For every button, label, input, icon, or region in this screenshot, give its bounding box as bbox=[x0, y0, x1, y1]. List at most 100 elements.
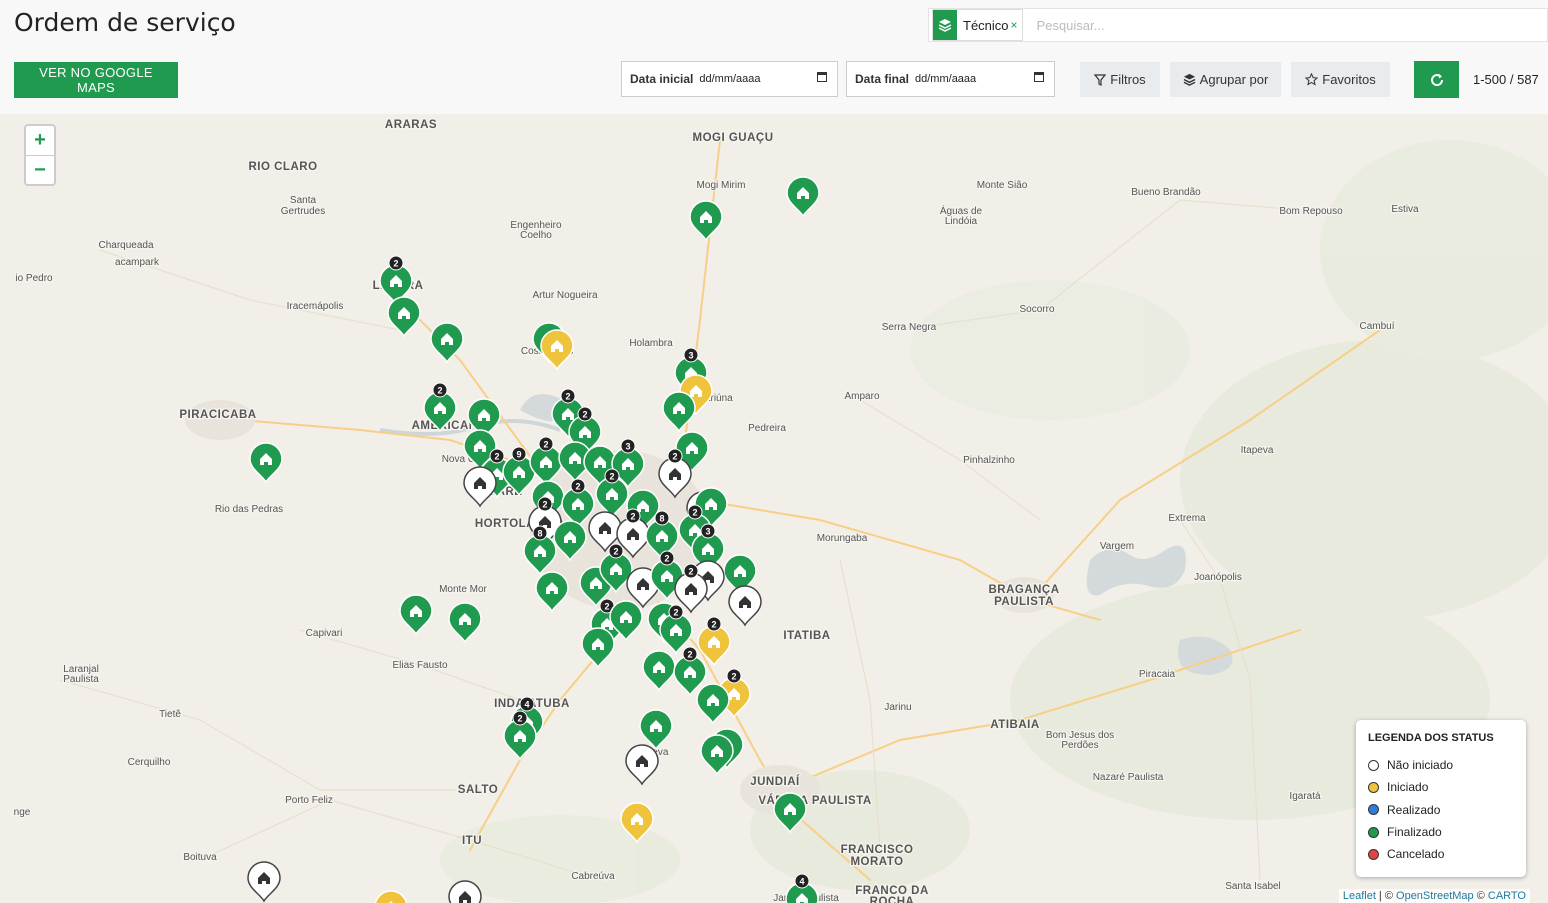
marker-count-label: 2 bbox=[613, 547, 618, 557]
refresh-icon bbox=[1430, 73, 1443, 86]
date-end-field[interactable]: Data final dd/mm/aaaa bbox=[846, 61, 1055, 97]
marker-count-label: 2 bbox=[711, 620, 716, 630]
place-label: BRAGANÇA bbox=[988, 584, 1059, 596]
legend-dot bbox=[1368, 848, 1379, 860]
legend-label: Iniciado bbox=[1387, 780, 1429, 795]
place-label: Artur Nogueira bbox=[532, 290, 597, 301]
legend-row-1: Iniciado bbox=[1368, 776, 1514, 798]
group-by-label: Agrupar por bbox=[1199, 72, 1269, 87]
map-view[interactable]: ARARAS MOGI GUAÇU RIO CLARO Mogi Mirim Monte… bbox=[0, 114, 1548, 903]
marker-count-label: 3 bbox=[688, 351, 693, 361]
marker-count-label: 2 bbox=[731, 672, 736, 682]
marker-count-label: 4 bbox=[524, 700, 529, 710]
marker-count-label: 2 bbox=[630, 512, 635, 522]
refresh-button[interactable] bbox=[1414, 61, 1459, 98]
leaflet-link[interactable]: Leaflet bbox=[1343, 890, 1376, 902]
marker-count-label: 2 bbox=[664, 554, 669, 564]
status-legend: LEGENDA DOS STATUS Não iniciado Iniciado… bbox=[1356, 720, 1526, 877]
legend-dot bbox=[1368, 804, 1379, 816]
group-by-button[interactable]: Agrupar por bbox=[1170, 62, 1281, 97]
place-label: Monte Mor bbox=[439, 584, 487, 595]
date-start-field[interactable]: Data inicial dd/mm/aaaa bbox=[621, 61, 838, 97]
place-label: ATIBAIA bbox=[990, 719, 1039, 731]
marker-count-label: 2 bbox=[604, 602, 609, 612]
place-label: Socorro bbox=[1019, 304, 1054, 315]
zoom-control[interactable]: + − bbox=[24, 124, 56, 186]
carto-link[interactable]: CARTO bbox=[1488, 890, 1526, 902]
place-label: Jarinu bbox=[884, 702, 911, 713]
filters-label: Filtros bbox=[1110, 72, 1146, 87]
search-bar[interactable]: Técnico × bbox=[928, 8, 1548, 42]
place-label: Morungaba bbox=[817, 533, 868, 544]
marker-count-label: 2 bbox=[494, 452, 499, 462]
place-label: Mogi Mirim bbox=[697, 180, 746, 191]
place-label: Lindóia bbox=[945, 216, 978, 227]
place-label: Rio das Pedras bbox=[215, 504, 283, 515]
filters-button[interactable]: Filtros bbox=[1080, 62, 1160, 97]
place-label: Vargem bbox=[1100, 541, 1134, 552]
google-maps-button[interactable]: VER NO GOOGLE MAPS bbox=[14, 62, 178, 98]
zoom-out-button[interactable]: − bbox=[26, 156, 54, 185]
marker-count-label: 2 bbox=[673, 608, 678, 618]
facet-remove-icon[interactable]: × bbox=[1011, 18, 1022, 32]
favorites-label: Favoritos bbox=[1322, 72, 1376, 87]
place-label: MOGI GUAÇU bbox=[692, 132, 773, 144]
place-label: acampark bbox=[115, 257, 160, 268]
place-label: Porto Feliz bbox=[285, 795, 333, 806]
place-label: Serra Negra bbox=[882, 322, 937, 333]
legend-row-4: Cancelado bbox=[1368, 843, 1514, 865]
facet-label: Técnico bbox=[963, 17, 1009, 33]
map-canvas[interactable]: ARARAS MOGI GUAÇU RIO CLARO Mogi Mirim Monte… bbox=[0, 114, 1548, 903]
place-label: Cabreúva bbox=[571, 871, 615, 882]
place-label: Boituva bbox=[183, 852, 217, 863]
place-label: Capivari bbox=[306, 628, 343, 639]
marker-count-label: 2 bbox=[582, 410, 587, 420]
place-label: Nazaré Paulista bbox=[1093, 772, 1164, 783]
filter-icon bbox=[1094, 73, 1107, 86]
layers-icon bbox=[933, 10, 957, 40]
place-label: io Pedro bbox=[15, 273, 53, 284]
calendar-icon[interactable] bbox=[817, 72, 827, 82]
marker-count-label: 2 bbox=[692, 508, 697, 518]
place-label: Tietê bbox=[159, 709, 181, 720]
zoom-in-button[interactable]: + bbox=[26, 126, 54, 156]
layers-icon bbox=[1183, 73, 1196, 86]
place-label: Igaratá bbox=[1289, 791, 1321, 802]
favorites-button[interactable]: Favoritos bbox=[1291, 62, 1390, 97]
legend-dot bbox=[1368, 826, 1379, 838]
marker-count-label: 8 bbox=[659, 514, 664, 524]
marker-count-label: 2 bbox=[437, 386, 442, 396]
place-label: Monte Sião bbox=[977, 180, 1028, 191]
place-label: Pinhalzinho bbox=[963, 455, 1015, 466]
legend-label: Não iniciado bbox=[1387, 758, 1454, 773]
terrain-patch bbox=[910, 280, 1190, 420]
marker-count-label: 2 bbox=[543, 440, 548, 450]
legend-row-2: Realizado bbox=[1368, 799, 1514, 821]
place-label: MORATO bbox=[850, 856, 903, 868]
search-input[interactable] bbox=[1034, 16, 1439, 34]
place-label: ITU bbox=[462, 835, 482, 847]
place-label: Cambuí bbox=[1359, 321, 1394, 332]
marker-count-label: 2 bbox=[575, 482, 580, 492]
date-start-value[interactable]: dd/mm/aaaa bbox=[699, 73, 760, 85]
date-end-value[interactable]: dd/mm/aaaa bbox=[915, 73, 976, 85]
pager-counter: 1-500 / 587 bbox=[1473, 72, 1539, 87]
calendar-icon[interactable] bbox=[1034, 72, 1044, 82]
legend-row-0: Não iniciado bbox=[1368, 754, 1514, 776]
attribution-separator: | © bbox=[1375, 890, 1397, 902]
place-label: Elias Fausto bbox=[392, 660, 447, 671]
marker-count-label: 2 bbox=[672, 452, 677, 462]
marker-count-label: 9 bbox=[516, 450, 521, 460]
map-attribution: Leaflet | © OpenStreetMap © CARTO bbox=[1338, 889, 1530, 903]
osm-link[interactable]: OpenStreetMap bbox=[1396, 890, 1474, 902]
place-label: Iracemápolis bbox=[287, 301, 344, 312]
marker-count-label: 2 bbox=[565, 392, 570, 402]
marker-count-label: 3 bbox=[625, 442, 630, 452]
date-start-label: Data inicial bbox=[630, 72, 694, 86]
star-icon bbox=[1305, 73, 1319, 86]
place-label: Estiva bbox=[1391, 204, 1419, 215]
place-label: ROCHA bbox=[870, 896, 915, 903]
place-label: Amparo bbox=[844, 391, 879, 402]
place-label: Santa Isabel bbox=[1225, 881, 1281, 892]
place-label: Paulista bbox=[63, 674, 99, 685]
